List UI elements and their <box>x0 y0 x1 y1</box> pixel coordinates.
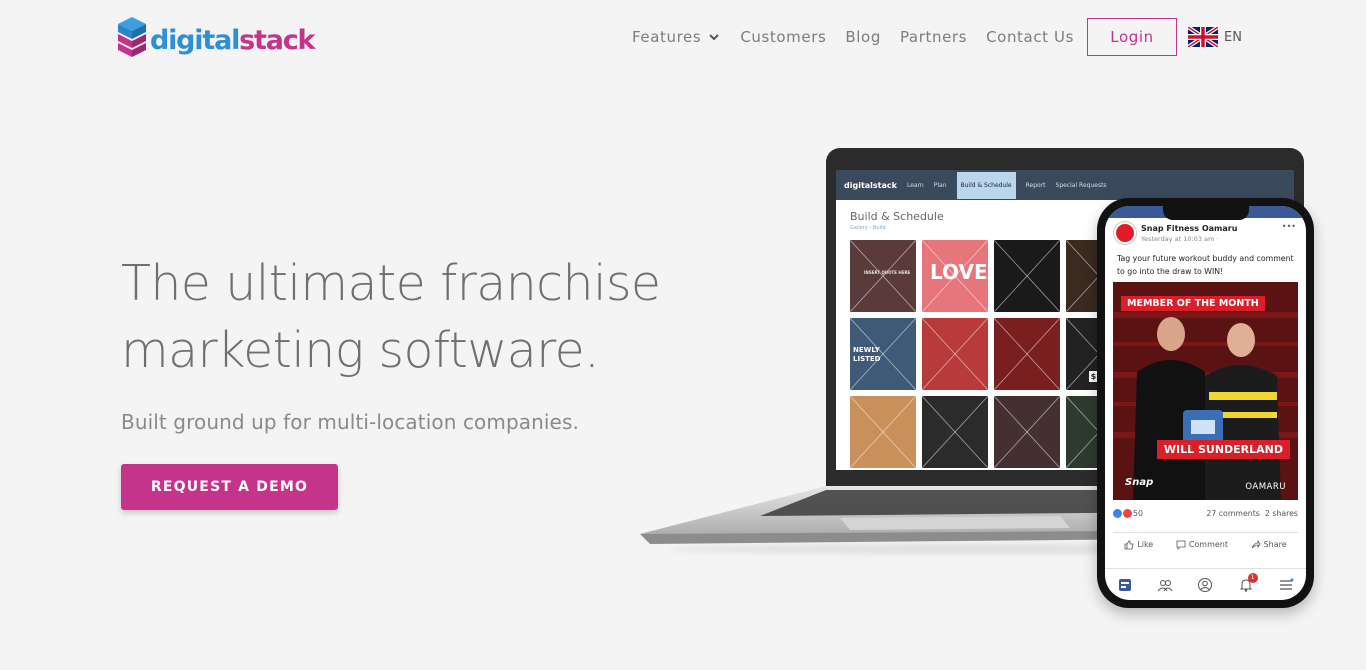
tile-placeholder-cross <box>922 396 988 468</box>
hero-headline-line1: The ultimate franchise <box>121 255 661 312</box>
tile-placeholder-cross <box>850 396 916 468</box>
post-text: Tag your future workout buddy and commen… <box>1117 254 1294 276</box>
profile-icon[interactable] <box>1197 577 1213 593</box>
app-tab-report: Report <box>1025 181 1046 189</box>
template-tile[interactable]: LOVE <box>922 240 988 312</box>
nav-features-label: Features <box>632 28 702 46</box>
app-brand: digitalstack <box>844 180 897 190</box>
language-label: EN <box>1224 29 1242 45</box>
template-tile[interactable] <box>994 318 1060 390</box>
share-label: Share <box>1263 540 1287 549</box>
menu-icon[interactable] <box>1278 577 1294 593</box>
hero-headline-line2: marketing software. <box>121 322 600 379</box>
comment-icon <box>1176 540 1186 550</box>
nav-customers[interactable]: Customers <box>740 28 826 46</box>
reactions-row: 50 27 comments 2 shares <box>1113 509 1298 523</box>
request-demo-button[interactable]: REQUEST A DEMO <box>121 464 338 510</box>
template-tile[interactable]: NEWLY LISTED <box>850 318 916 390</box>
page-avatar <box>1114 222 1136 244</box>
notification-badge: 1 <box>1247 572 1258 583</box>
love-reaction-icon <box>1123 509 1132 518</box>
comment-label: Comment <box>1188 540 1229 549</box>
like-label: Like <box>1137 540 1154 549</box>
app-tab-plan: Plan <box>933 181 947 189</box>
reaction-summary[interactable]: 50 <box>1113 509 1143 518</box>
language-selector[interactable]: EN <box>1188 27 1242 47</box>
tile-placeholder-cross <box>850 240 916 312</box>
template-tile[interactable]: INSERT QUOTE HERE <box>850 240 916 312</box>
main-nav: Features Customers Blog Partners Contact… <box>632 18 1242 56</box>
like-reaction-icon <box>1113 509 1122 518</box>
logo-cube-icon <box>116 15 148 59</box>
post-page-name: Snap Fitness Oamaru <box>1141 224 1238 233</box>
post-actions: Like Comment Share <box>1113 532 1298 550</box>
template-tile[interactable] <box>994 396 1060 468</box>
hero-headline: The ultimate franchise marketing softwar… <box>121 250 681 384</box>
friends-icon[interactable] <box>1157 577 1173 593</box>
share-icon <box>1251 539 1261 548</box>
logo-text-digital: digital <box>150 24 240 56</box>
chevron-down-icon <box>709 34 720 41</box>
engagement-summary: 27 comments 2 shares <box>1206 509 1298 518</box>
template-tile[interactable] <box>922 318 988 390</box>
post-photo-art <box>1113 282 1298 500</box>
tile-caption: NEWLY LISTED <box>853 346 881 363</box>
app-tab-special-requests: Special Requests <box>1055 181 1107 189</box>
nav-partners[interactable]: Partners <box>900 28 967 46</box>
tile-placeholder-cross <box>922 318 988 390</box>
tile-placeholder-cross <box>994 240 1060 312</box>
post-timestamp: Yesterday at 10:03 am · <box>1141 235 1219 243</box>
tile-placeholder-cross <box>994 318 1060 390</box>
tile-caption: INSERT QUOTE HERE <box>864 270 911 275</box>
more-options-icon: ••• <box>1281 222 1296 231</box>
app-tab-learn: Learn <box>906 181 924 189</box>
like-button[interactable]: Like <box>1124 540 1153 550</box>
tile-placeholder-cross <box>994 396 1060 468</box>
phone-mockup: Snap Fitness Oamaru Yesterday at 10:03 a… <box>1097 198 1314 608</box>
nav-contact-us[interactable]: Contact Us <box>986 28 1074 46</box>
share-button[interactable]: Share <box>1251 539 1287 550</box>
shares-count[interactable]: 2 shares <box>1265 509 1298 518</box>
comment-button[interactable]: Comment <box>1176 540 1228 550</box>
logo-wordmark: digitalstack <box>150 24 316 56</box>
login-button[interactable]: Login <box>1087 18 1178 56</box>
phone-screen: Snap Fitness Oamaru Yesterday at 10:03 a… <box>1105 206 1306 600</box>
uk-flag-icon <box>1188 27 1219 47</box>
tile-caption: LOVE <box>930 260 988 284</box>
facebook-tab-bar: 1 <box>1105 568 1306 600</box>
template-grid: INSERT QUOTE HERELOVENEWLY LISTED$18,990 <box>850 240 1132 468</box>
reaction-count: 50 <box>1133 509 1143 518</box>
app-tab-build-schedule: Build & Schedule <box>956 171 1016 199</box>
member-of-month-banner: MEMBER OF THE MONTH <box>1121 296 1265 311</box>
post-photo: MEMBER OF THE MONTH WILL SUNDERLAND Snap… <box>1113 282 1298 500</box>
logo[interactable]: digitalstack <box>116 15 316 59</box>
site-header: digitalstack Features Customers Blog Par… <box>0 0 1366 76</box>
comments-count[interactable]: 27 comments <box>1206 509 1260 518</box>
nav-features[interactable]: Features <box>632 28 721 46</box>
template-tile[interactable] <box>850 396 916 468</box>
snap-fitness-logo: Snap <box>1125 477 1154 488</box>
app-navbar: digitalstack Learn Plan Build & Schedule… <box>836 170 1294 200</box>
thumbs-up-icon <box>1124 540 1134 549</box>
template-tile[interactable] <box>994 240 1060 312</box>
phone-notch <box>1163 206 1249 220</box>
member-name-banner: WILL SUNDERLAND <box>1156 440 1290 459</box>
hero-subheadline: Built ground up for multi-location compa… <box>121 410 579 434</box>
nav-blog[interactable]: Blog <box>845 28 881 46</box>
notifications-icon[interactable]: 1 <box>1238 572 1258 593</box>
logo-text-stack: stack <box>239 24 315 56</box>
template-tile[interactable] <box>922 396 988 468</box>
news-feed-icon[interactable] <box>1117 577 1133 593</box>
location-label: OAMARU <box>1245 482 1286 492</box>
